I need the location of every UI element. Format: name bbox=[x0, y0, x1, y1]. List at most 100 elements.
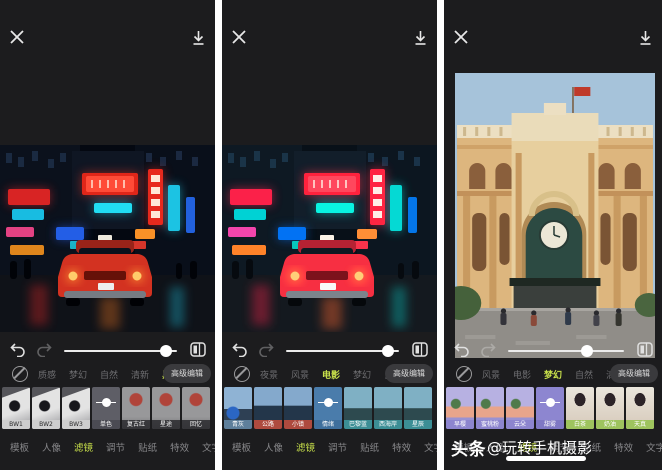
compare-button[interactable] bbox=[412, 342, 428, 360]
filter-thumbnail[interactable]: 云朵 bbox=[506, 387, 534, 429]
filter-thumbnail[interactable]: 星途 bbox=[152, 387, 180, 429]
filter-thumbnail-applied[interactable]: 单色 bbox=[92, 387, 120, 429]
category-tab-selected[interactable]: 梦幻 bbox=[544, 368, 562, 381]
slider-row bbox=[444, 338, 662, 364]
filter-thumbnail[interactable]: 奶油 bbox=[596, 387, 624, 429]
redo-button[interactable] bbox=[36, 342, 53, 360]
filter-thumbnail[interactable]: 白茶 bbox=[566, 387, 594, 429]
filter-category-row: 质感 梦幻 自然 清新 黑白 高级编辑 bbox=[0, 363, 215, 386]
category-tab[interactable]: 质感 bbox=[38, 368, 56, 381]
download-icon bbox=[413, 34, 428, 49]
category-tabs: 风景 电影 梦幻 自然 清新 bbox=[482, 368, 624, 381]
undo-button[interactable] bbox=[231, 342, 248, 360]
category-tabs: 夜景 风景 电影 梦幻 自然 bbox=[260, 368, 402, 381]
filter-thumbnail-strip: 早樱 蜜桃粉 云朵 甜雾 白茶 奶油 天真 bbox=[446, 387, 654, 429]
filter-thumbnail-applied[interactable]: 甜雾 bbox=[536, 387, 564, 429]
tab-effects[interactable]: 特效 bbox=[614, 440, 633, 454]
filter-thumbnail[interactable]: 星辰 bbox=[404, 387, 432, 429]
tab-adjust[interactable]: 调节 bbox=[328, 440, 347, 454]
tab-template[interactable]: 模板 bbox=[10, 440, 29, 454]
tab-sticker[interactable]: 贴纸 bbox=[360, 440, 379, 454]
no-filter-icon bbox=[456, 366, 472, 382]
category-tab[interactable]: 梦幻 bbox=[353, 368, 371, 381]
filter-name: 星辰 bbox=[404, 420, 432, 429]
tab-adjust[interactable]: 调节 bbox=[106, 440, 125, 454]
category-tab[interactable]: 清新 bbox=[131, 368, 149, 381]
no-filter-button[interactable] bbox=[456, 366, 472, 382]
watermark-handle-text: @玩转手机摄影 bbox=[487, 437, 592, 458]
tab-text[interactable]: 文字 bbox=[202, 440, 215, 454]
tab-text[interactable]: 文字 bbox=[646, 440, 662, 454]
filter-intensity-slider[interactable] bbox=[508, 350, 624, 352]
compare-button[interactable] bbox=[637, 342, 653, 360]
category-tab-selected[interactable]: 电影 bbox=[322, 368, 340, 381]
undo-button[interactable] bbox=[453, 342, 470, 360]
editor-panel-dreamy: 风景 电影 梦幻 自然 清新 高级编辑 早樱 蜜桃粉 云朵 甜雾 白茶 奶油 天… bbox=[444, 0, 662, 470]
filter-category-row: 风景 电影 梦幻 自然 清新 高级编辑 bbox=[444, 363, 662, 386]
save-button[interactable] bbox=[191, 30, 206, 49]
filter-thumbnail[interactable]: 早樱 bbox=[446, 387, 474, 429]
filter-name: 早樱 bbox=[446, 420, 474, 429]
slider-row bbox=[222, 338, 437, 364]
close-button[interactable] bbox=[232, 30, 246, 47]
category-tab[interactable]: 梦幻 bbox=[69, 368, 87, 381]
filter-name: 白茶 bbox=[566, 420, 594, 429]
category-tab[interactable]: 风景 bbox=[291, 368, 309, 381]
filter-thumbnail[interactable]: 西海岸 bbox=[374, 387, 402, 429]
undo-button[interactable] bbox=[9, 342, 26, 360]
advanced-edit-button[interactable]: 高级编辑 bbox=[163, 364, 211, 383]
tab-portrait[interactable]: 人像 bbox=[42, 440, 61, 454]
save-button[interactable] bbox=[413, 30, 428, 49]
adjust-intensity-icon bbox=[540, 402, 560, 403]
no-filter-button[interactable] bbox=[234, 366, 250, 382]
download-icon bbox=[191, 34, 206, 49]
adjust-intensity-icon bbox=[318, 402, 338, 403]
filter-thumbnail[interactable]: BW3 bbox=[62, 387, 90, 429]
tab-portrait[interactable]: 人像 bbox=[264, 440, 283, 454]
tab-effects[interactable]: 特效 bbox=[170, 440, 189, 454]
watermark-logo-text: 头条 bbox=[451, 435, 486, 460]
filter-name: BW1 bbox=[2, 420, 30, 429]
tab-filter[interactable]: 滤镜 bbox=[296, 440, 315, 454]
filter-thumbnail[interactable]: 天真 bbox=[626, 387, 654, 429]
slider-knob[interactable] bbox=[382, 345, 394, 357]
close-button[interactable] bbox=[454, 30, 468, 47]
advanced-edit-button[interactable]: 高级编辑 bbox=[610, 364, 658, 383]
download-icon bbox=[638, 34, 653, 49]
slider-knob[interactable] bbox=[160, 345, 172, 357]
filter-thumbnail[interactable]: 小镇 bbox=[284, 387, 312, 429]
adjust-intensity-icon bbox=[96, 402, 116, 403]
tab-effects[interactable]: 特效 bbox=[392, 440, 411, 454]
filter-thumbnail[interactable]: 巴黎蓝 bbox=[344, 387, 372, 429]
category-tab[interactable]: 自然 bbox=[100, 368, 118, 381]
no-filter-button[interactable] bbox=[12, 366, 28, 382]
compare-button[interactable] bbox=[190, 342, 206, 360]
save-button[interactable] bbox=[638, 30, 653, 49]
tab-template[interactable]: 模板 bbox=[232, 440, 251, 454]
redo-button[interactable] bbox=[258, 342, 275, 360]
category-tab[interactable]: 自然 bbox=[575, 368, 593, 381]
filter-name: 青灰 bbox=[224, 420, 252, 429]
filter-thumbnail-applied[interactable]: 情绪 bbox=[314, 387, 342, 429]
category-tab[interactable]: 夜景 bbox=[260, 368, 278, 381]
filter-name: 奶油 bbox=[596, 420, 624, 429]
tab-filter[interactable]: 滤镜 bbox=[74, 440, 93, 454]
category-tab[interactable]: 电影 bbox=[513, 368, 531, 381]
filter-thumbnail[interactable]: 复古红 bbox=[122, 387, 150, 429]
filter-thumbnail[interactable]: BW2 bbox=[32, 387, 60, 429]
filter-intensity-slider[interactable] bbox=[64, 350, 177, 352]
advanced-edit-button[interactable]: 高级编辑 bbox=[385, 364, 433, 383]
category-tab[interactable]: 风景 bbox=[482, 368, 500, 381]
filter-thumbnail[interactable]: 蜜桃粉 bbox=[476, 387, 504, 429]
filter-intensity-slider[interactable] bbox=[286, 350, 399, 352]
tab-text[interactable]: 文字 bbox=[424, 440, 437, 454]
tab-sticker[interactable]: 贴纸 bbox=[138, 440, 157, 454]
bottom-tab-bar: 模板 人像 滤镜 调节 贴纸 特效 文字 bbox=[10, 440, 215, 454]
filter-thumbnail[interactable]: 回忆 bbox=[182, 387, 210, 429]
filter-thumbnail[interactable]: 公路 bbox=[254, 387, 282, 429]
filter-thumbnail[interactable]: BW1 bbox=[2, 387, 30, 429]
slider-knob[interactable] bbox=[581, 345, 593, 357]
filter-thumbnail[interactable]: 青灰 bbox=[224, 387, 252, 429]
close-button[interactable] bbox=[10, 30, 24, 47]
redo-button[interactable] bbox=[480, 342, 497, 360]
